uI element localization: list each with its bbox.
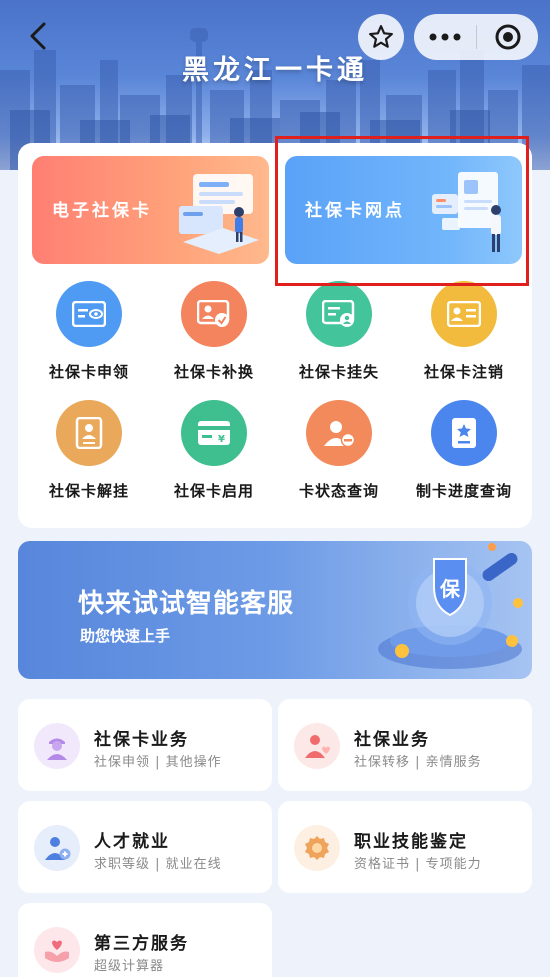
service-card-title: 第三方服务 — [94, 934, 189, 954]
ellipsis-icon — [429, 33, 461, 41]
ecard-banner-label: 电子社保卡 — [52, 201, 152, 221]
service-card-subtitle: 社保申领 | 其他操作 — [94, 755, 222, 770]
grid-item-status-query[interactable]: 卡状态查询 — [279, 400, 399, 500]
service-card-title: 社保业务 — [354, 730, 430, 750]
service-card-subtitle: 超级计算器 — [94, 959, 165, 974]
person-add-icon — [34, 825, 80, 871]
grid-item-label: 制卡进度查询 — [415, 482, 512, 500]
target-circle-icon — [495, 24, 520, 50]
svg-text:¥: ¥ — [218, 434, 225, 445]
service-card-subtitle: 社保转移 | 亲情服务 — [354, 755, 482, 770]
service-card-subtitle: 资格证书 | 专项能力 — [354, 857, 482, 872]
mini-program-capsule — [414, 14, 538, 60]
grid-item-progress-query[interactable]: 制卡进度查询 — [404, 400, 524, 500]
ecard-illustration — [179, 174, 259, 254]
service-card-title: 职业技能鉴定 — [354, 832, 468, 852]
shield-text: 保 — [439, 577, 461, 601]
person-heart-icon — [294, 723, 340, 769]
grid-item-label: 社保卡注销 — [423, 363, 504, 381]
person-minus-icon — [306, 400, 372, 466]
grid-item-activate[interactable]: ¥ 社保卡启用 — [154, 400, 274, 500]
card-yen-icon: ¥ — [181, 400, 247, 466]
id-card-check-icon — [181, 281, 247, 347]
grid-item-replace[interactable]: 社保卡补换 — [154, 281, 274, 381]
star-icon — [369, 25, 393, 48]
magnifier-shield-illustration: 保 — [378, 543, 523, 669]
chevron-left-icon — [30, 22, 46, 50]
favorite-button[interactable] — [358, 14, 404, 60]
grid-item-label: 社保卡补换 — [173, 363, 254, 381]
id-card-eye-icon — [56, 281, 122, 347]
grid-item-cancel[interactable]: 社保卡注销 — [404, 281, 524, 381]
grid-item-apply[interactable]: 社保卡申领 — [29, 281, 149, 381]
person-cap-icon — [34, 723, 80, 769]
grid-item-label: 社保卡解挂 — [48, 482, 129, 500]
badge-star-icon — [431, 400, 497, 466]
award-seal-icon — [294, 825, 340, 871]
service-card-talent[interactable]: 人才就业 求职等级 | 就业在线 — [18, 801, 272, 893]
smart-service-title: 快来试试智能客服 — [78, 589, 295, 619]
grid-item-label: 社保卡启用 — [173, 482, 254, 500]
service-card-title: 人才就业 — [94, 832, 170, 852]
grid-item-unfreeze[interactable]: 社保卡解挂 — [29, 400, 149, 500]
service-card-subtitle: 求职等级 | 就业在线 — [94, 857, 222, 872]
main-card: 电子社保卡 社保卡网点 社保卡申领 社保卡补换 社保卡挂失 社保卡注销 社保卡解… — [18, 143, 532, 528]
service-card-ss-card[interactable]: 社保卡业务 社保申领 | 其他操作 — [18, 699, 272, 791]
outlet-banner[interactable]: 社保卡网点 — [285, 156, 522, 264]
hands-heart-icon — [34, 927, 80, 973]
grid-item-report-loss[interactable]: 社保卡挂失 — [279, 281, 399, 381]
service-card-title: 社保卡业务 — [94, 730, 189, 750]
smart-service-subtitle: 助您快速上手 — [80, 627, 171, 645]
outlet-illustration — [432, 172, 501, 252]
smart-service-banner[interactable]: 快来试试智能客服 助您快速上手 保 — [18, 541, 532, 679]
id-card-lines-icon — [431, 281, 497, 347]
id-card-lock-icon — [306, 281, 372, 347]
service-card-ss-business[interactable]: 社保业务 社保转移 | 亲情服务 — [278, 699, 532, 791]
service-card-skill[interactable]: 职业技能鉴定 资格证书 | 专项能力 — [278, 801, 532, 893]
grid-item-label: 社保卡申领 — [48, 363, 129, 381]
outlet-banner-label: 社保卡网点 — [305, 201, 405, 221]
more-button[interactable] — [414, 14, 476, 60]
ecard-banner[interactable]: 电子社保卡 — [32, 156, 269, 264]
grid-item-label: 社保卡挂失 — [298, 363, 379, 381]
grid-item-label: 卡状态查询 — [298, 482, 379, 500]
service-card-third-party[interactable]: 第三方服务 超级计算器 — [18, 903, 272, 977]
document-person-icon — [56, 400, 122, 466]
close-button[interactable] — [477, 14, 538, 60]
